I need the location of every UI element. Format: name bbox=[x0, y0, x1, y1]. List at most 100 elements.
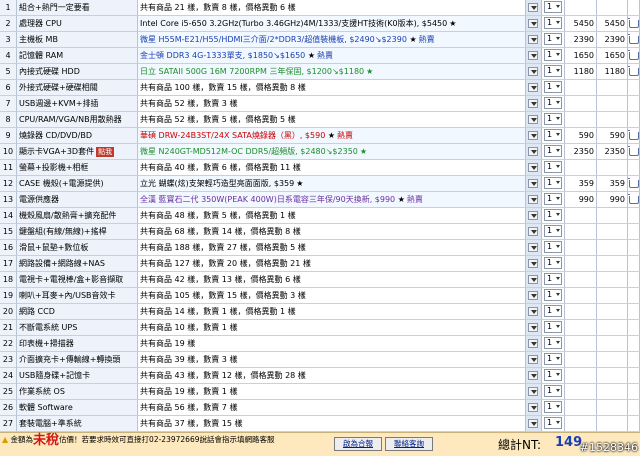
quantity-select[interactable]: 1 bbox=[544, 81, 562, 93]
chevron-down-icon[interactable] bbox=[528, 67, 538, 76]
quantity-select[interactable]: 1 bbox=[544, 305, 562, 317]
quantity-select[interactable]: 1 bbox=[544, 257, 562, 269]
cart-icon[interactable] bbox=[628, 18, 639, 28]
quantity-cell[interactable]: 1 bbox=[542, 160, 565, 176]
chevron-down-icon[interactable] bbox=[528, 163, 538, 172]
category-name[interactable]: 處理器 CPU bbox=[19, 19, 62, 28]
quantity-select[interactable]: 1 bbox=[544, 401, 562, 413]
product-dropdown-button[interactable] bbox=[526, 256, 542, 272]
quantity-select[interactable]: 1 bbox=[544, 113, 562, 125]
category-label[interactable]: 顯示卡VGA+3D套件 點我 bbox=[17, 144, 138, 160]
category-name[interactable]: USB週邊+KVM+排插 bbox=[19, 99, 98, 108]
product-select-value[interactable]: 共有商品 10 樣，數賣 1 樣 bbox=[140, 320, 237, 335]
product-select-value[interactable]: 共有商品 19 樣 bbox=[140, 336, 195, 351]
quantity-cell[interactable]: 1 bbox=[542, 0, 565, 16]
quantity-cell[interactable]: 1 bbox=[542, 272, 565, 288]
category-label[interactable]: CPU/RAM/VGA/NB用散熱器 bbox=[17, 112, 138, 128]
quantity-cell[interactable]: 1 bbox=[542, 336, 565, 352]
chevron-down-icon[interactable] bbox=[528, 83, 538, 92]
category-name[interactable]: 電視卡+電視棒/盒+影音擷取 bbox=[19, 275, 123, 284]
cart-icon[interactable] bbox=[628, 178, 639, 188]
chevron-down-icon[interactable] bbox=[528, 19, 538, 28]
chevron-down-icon[interactable] bbox=[528, 179, 538, 188]
product-select-value[interactable]: 共有商品 21 樣，數賣 8 樣，價格異動 6 樣 bbox=[140, 0, 296, 15]
chevron-down-icon[interactable] bbox=[528, 419, 538, 428]
product-select-value[interactable]: 微星 N240GT-MD512M-OC DDR5/超頻版, $2480↘$235… bbox=[140, 144, 358, 159]
chevron-down-icon[interactable] bbox=[528, 323, 538, 332]
quantity-select[interactable]: 1 bbox=[544, 65, 562, 77]
chevron-down-icon[interactable] bbox=[528, 35, 538, 44]
category-name[interactable]: 作業系統 OS bbox=[19, 387, 65, 396]
row-action[interactable] bbox=[628, 48, 640, 64]
product-dropdown-button[interactable] bbox=[526, 240, 542, 256]
product-select[interactable]: 微星 N240GT-MD512M-OC DDR5/超頻版, $2480↘$235… bbox=[138, 144, 526, 160]
row-action[interactable] bbox=[628, 128, 640, 144]
product-select[interactable]: 微星 H55M-E21/H55/HDMI三介面/2*DDR3/超值裝機板, $2… bbox=[138, 32, 526, 48]
product-select-value[interactable]: 共有商品 100 樣，數賣 15 樣，價格異動 8 樣 bbox=[140, 80, 306, 95]
product-select-value[interactable]: 全漢 藍寶石二代 350W(PEAK 400W)日系電容三年保/90天換新, $… bbox=[140, 192, 395, 207]
quantity-select[interactable]: 1 bbox=[544, 209, 562, 221]
category-label[interactable]: 電源供應器 bbox=[17, 192, 138, 208]
quantity-select[interactable]: 1 bbox=[544, 161, 562, 173]
product-select-value[interactable]: 共有商品 105 樣，數賣 15 樣，價格異動 3 樣 bbox=[140, 288, 306, 303]
category-name[interactable]: CASE 機殼(+電源提供) bbox=[19, 179, 104, 188]
chevron-down-icon[interactable] bbox=[528, 211, 538, 220]
product-select[interactable]: 共有商品 19 樣，數賣 1 樣 bbox=[138, 384, 526, 400]
product-select[interactable]: 共有商品 52 樣，數賣 5 樣，價格異動 5 樣 bbox=[138, 112, 526, 128]
product-select[interactable]: 共有商品 40 樣，數賣 6 樣，價格異動 11 樣 bbox=[138, 160, 526, 176]
category-name[interactable]: 套裝電腦+準系統 bbox=[19, 419, 82, 428]
product-select[interactable]: 立光 蝴蝶(炫)支架輕巧造型亮面面版, $359 ★ bbox=[138, 176, 526, 192]
category-label[interactable]: 作業系統 OS bbox=[17, 384, 138, 400]
product-dropdown-button[interactable] bbox=[526, 144, 542, 160]
category-name[interactable]: 軟體 Software bbox=[19, 403, 73, 412]
save-quote-button[interactable]: 啟為合報 bbox=[334, 437, 382, 451]
quantity-cell[interactable]: 1 bbox=[542, 352, 565, 368]
category-name[interactable]: 介面擴充卡+傳輸線+轉換頭 bbox=[19, 355, 120, 364]
quantity-select[interactable]: 1 bbox=[544, 337, 562, 349]
category-name[interactable]: 螢幕+投影機+相框 bbox=[19, 163, 88, 172]
cart-icon[interactable] bbox=[628, 34, 639, 44]
product-select-value[interactable]: 立光 蝴蝶(炫)支架輕巧造型亮面面版, $359 bbox=[140, 176, 294, 191]
category-label[interactable]: 外接式硬碟+硬碟相關 bbox=[17, 80, 138, 96]
product-select-value[interactable]: 微星 H55M-E21/H55/HDMI三介面/2*DDR3/超值裝機板, $2… bbox=[140, 32, 407, 47]
chevron-down-icon[interactable] bbox=[528, 371, 538, 380]
product-select[interactable]: 華碩 DRW-24B3ST/24X SATA燒錄器（黑）, $590 ★ 熱賣 bbox=[138, 128, 526, 144]
quantity-select[interactable]: 1 bbox=[544, 417, 562, 429]
product-dropdown-button[interactable] bbox=[526, 320, 542, 336]
product-select[interactable]: 共有商品 52 樣，數賣 3 樣 bbox=[138, 96, 526, 112]
product-dropdown-button[interactable] bbox=[526, 384, 542, 400]
product-dropdown-button[interactable] bbox=[526, 416, 542, 432]
quantity-cell[interactable]: 1 bbox=[542, 64, 565, 80]
quantity-select[interactable]: 1 bbox=[544, 177, 562, 189]
product-select-value[interactable]: 共有商品 19 樣，數賣 1 樣 bbox=[140, 384, 237, 399]
quantity-select[interactable]: 1 bbox=[544, 1, 562, 13]
quantity-cell[interactable]: 1 bbox=[542, 192, 565, 208]
category-label[interactable]: 套裝電腦+準系統 bbox=[17, 416, 138, 432]
category-label[interactable]: 主機板 MB bbox=[17, 32, 138, 48]
category-name[interactable]: USB隨身碟+記憶卡 bbox=[19, 371, 90, 380]
product-dropdown-button[interactable] bbox=[526, 288, 542, 304]
category-name[interactable]: 印表機+掃描器 bbox=[19, 339, 74, 348]
product-select[interactable]: 日立 SATAII 500G 16M 7200RPM 三年保固, $1200↘$… bbox=[138, 64, 526, 80]
quantity-cell[interactable]: 1 bbox=[542, 80, 565, 96]
quantity-cell[interactable]: 1 bbox=[542, 16, 565, 32]
product-select[interactable]: 共有商品 37 樣，數賣 15 樣 bbox=[138, 416, 526, 432]
product-select[interactable]: 共有商品 10 樣，數賣 1 樣 bbox=[138, 320, 526, 336]
product-dropdown-button[interactable] bbox=[526, 304, 542, 320]
category-label[interactable]: 處理器 CPU bbox=[17, 16, 138, 32]
row-action[interactable] bbox=[628, 32, 640, 48]
product-select[interactable]: 共有商品 21 樣，數賣 8 樣，價格異動 6 樣 bbox=[138, 0, 526, 16]
product-select[interactable]: 共有商品 56 樣，數賣 7 樣 bbox=[138, 400, 526, 416]
product-select-value[interactable]: 共有商品 52 樣，數賣 5 樣，價格異動 5 樣 bbox=[140, 112, 296, 127]
quantity-cell[interactable]: 1 bbox=[542, 320, 565, 336]
product-dropdown-button[interactable] bbox=[526, 208, 542, 224]
category-label[interactable]: 組合+熱門一定要看 bbox=[17, 0, 138, 16]
contact-button[interactable]: 聯絡客詢 bbox=[385, 437, 433, 451]
quantity-cell[interactable]: 1 bbox=[542, 224, 565, 240]
quantity-select[interactable]: 1 bbox=[544, 289, 562, 301]
product-select-value[interactable]: 日立 SATAII 500G 16M 7200RPM 三年保固, $1200↘$… bbox=[140, 64, 364, 79]
chevron-down-icon[interactable] bbox=[528, 387, 538, 396]
product-dropdown-button[interactable] bbox=[526, 160, 542, 176]
product-dropdown-button[interactable] bbox=[526, 352, 542, 368]
product-select-value[interactable]: 共有商品 48 樣，數賣 5 樣，價格異動 1 樣 bbox=[140, 208, 296, 223]
